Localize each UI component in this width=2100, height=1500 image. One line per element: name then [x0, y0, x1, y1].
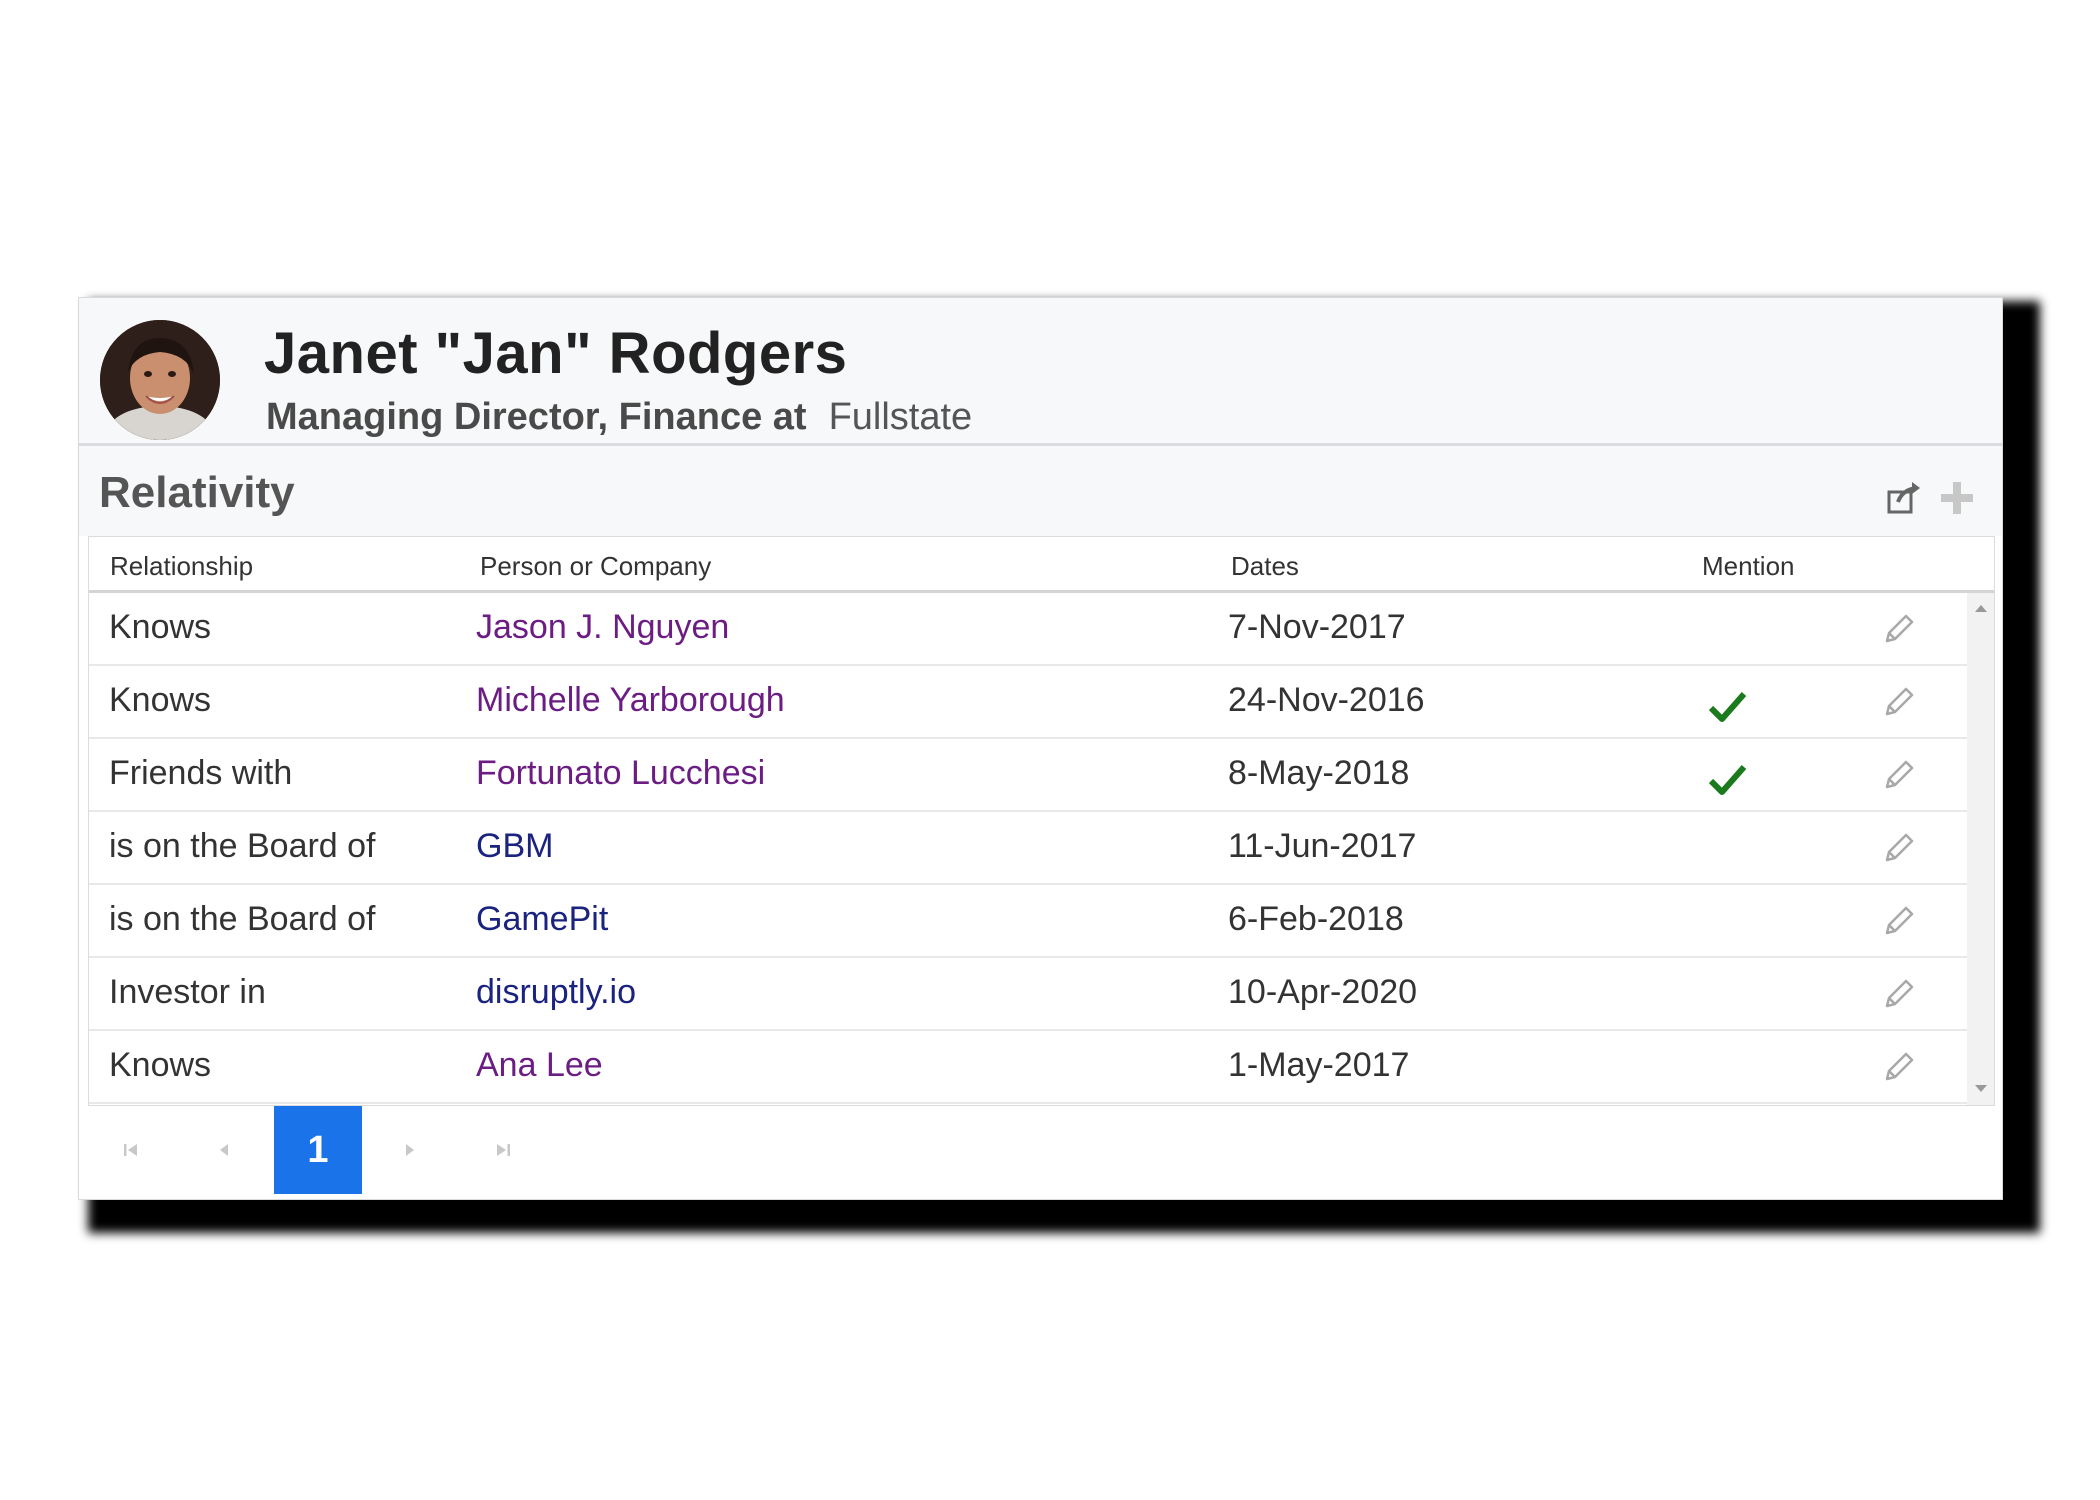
next-page-icon[interactable]: [366, 1106, 454, 1194]
date-cell: 7-Nov-2017: [1228, 608, 1406, 646]
pagination: 1: [88, 1106, 1995, 1199]
date-cell: 8-May-2018: [1228, 754, 1410, 792]
date-cell: 6-Feb-2018: [1228, 900, 1404, 938]
pencil-icon[interactable]: [1881, 757, 1917, 793]
person-link[interactable]: Fortunato Lucchesi: [476, 754, 765, 793]
date-cell: 11-Jun-2017: [1228, 827, 1417, 865]
relationships-grid: Relationship Person or Company Dates Men…: [88, 536, 1995, 1106]
table-row[interactable]: Knows Michelle Yarborough 24-Nov-2016: [89, 666, 1967, 739]
table-row[interactable]: Investor in disruptly.io 10-Apr-2020: [89, 958, 1967, 1031]
checkmark-icon: [1707, 759, 1747, 799]
column-header-person-or-company[interactable]: Person or Company: [480, 551, 711, 582]
scroll-up-arrow-icon[interactable]: [1975, 605, 1987, 612]
first-page-icon[interactable]: [88, 1106, 176, 1194]
relationship-cell: is on the Board of: [109, 827, 376, 865]
export-icon[interactable]: [1884, 478, 1924, 518]
profile-card: Janet "Jan" Rodgers Managing Director, F…: [78, 297, 2003, 1200]
column-header-dates[interactable]: Dates: [1231, 551, 1299, 582]
person-link[interactable]: Jason J. Nguyen: [476, 608, 729, 647]
grid-header: Relationship Person or Company Dates Men…: [89, 537, 1994, 593]
avatar: [100, 320, 220, 440]
relationship-cell: Knows: [109, 1046, 212, 1084]
person-company[interactable]: Fullstate: [829, 396, 973, 438]
person-title-line: Managing Director, Finance at Fullstate: [266, 396, 972, 439]
table-row[interactable]: Friends with Fortunato Lucchesi 8-May-20…: [89, 739, 1967, 812]
table-row[interactable]: is on the Board of GBM 11-Jun-2017: [89, 812, 1967, 885]
relationship-cell: Investor in: [109, 973, 266, 1011]
relationship-cell: is on the Board of: [109, 900, 376, 938]
relationship-cell: Friends with: [109, 754, 293, 792]
profile-header: Janet "Jan" Rodgers Managing Director, F…: [79, 298, 2002, 446]
date-cell: 24-Nov-2016: [1228, 681, 1425, 719]
pencil-icon[interactable]: [1881, 830, 1917, 866]
vertical-scrollbar[interactable]: [1967, 593, 1994, 1105]
section-title: Relativity: [99, 468, 295, 517]
pencil-icon[interactable]: [1881, 1049, 1917, 1085]
date-cell: 1-May-2017: [1228, 1046, 1410, 1084]
company-link[interactable]: GBM: [476, 827, 553, 866]
pencil-icon[interactable]: [1881, 976, 1917, 1012]
person-name: Janet "Jan" Rodgers: [264, 321, 848, 386]
table-row[interactable]: Knows Jason J. Nguyen 7-Nov-2017: [89, 593, 1967, 666]
scroll-down-arrow-icon[interactable]: [1975, 1085, 1987, 1092]
section-toolbar: Relativity: [79, 446, 2002, 536]
person-link[interactable]: Ana Lee: [476, 1046, 603, 1085]
pencil-icon[interactable]: [1881, 611, 1917, 647]
pencil-icon[interactable]: [1881, 903, 1917, 939]
grid-body: Knows Jason J. Nguyen 7-Nov-2017 Knows M…: [89, 593, 1967, 1105]
previous-page-icon[interactable]: [180, 1106, 268, 1194]
relationship-cell: Knows: [109, 681, 212, 719]
date-cell: 10-Apr-2020: [1228, 973, 1418, 1011]
pencil-icon[interactable]: [1881, 684, 1917, 720]
checkmark-icon: [1707, 686, 1747, 726]
avatar-portrait: [100, 320, 220, 440]
last-page-icon[interactable]: [458, 1106, 546, 1194]
company-link[interactable]: GamePit: [476, 900, 608, 939]
person-role: Managing Director, Finance at: [266, 396, 807, 438]
column-header-mention[interactable]: Mention: [1702, 551, 1795, 582]
table-row[interactable]: is on the Board of GamePit 6-Feb-2018: [89, 885, 1967, 958]
relationship-cell: Knows: [109, 608, 212, 646]
page-button-current[interactable]: 1: [274, 1106, 362, 1194]
plus-icon[interactable]: [1937, 478, 1977, 518]
company-link[interactable]: disruptly.io: [476, 973, 636, 1012]
person-link[interactable]: Michelle Yarborough: [476, 681, 785, 720]
table-row[interactable]: Knows Ana Lee 1-May-2017: [89, 1031, 1967, 1104]
column-header-relationship[interactable]: Relationship: [110, 551, 253, 582]
